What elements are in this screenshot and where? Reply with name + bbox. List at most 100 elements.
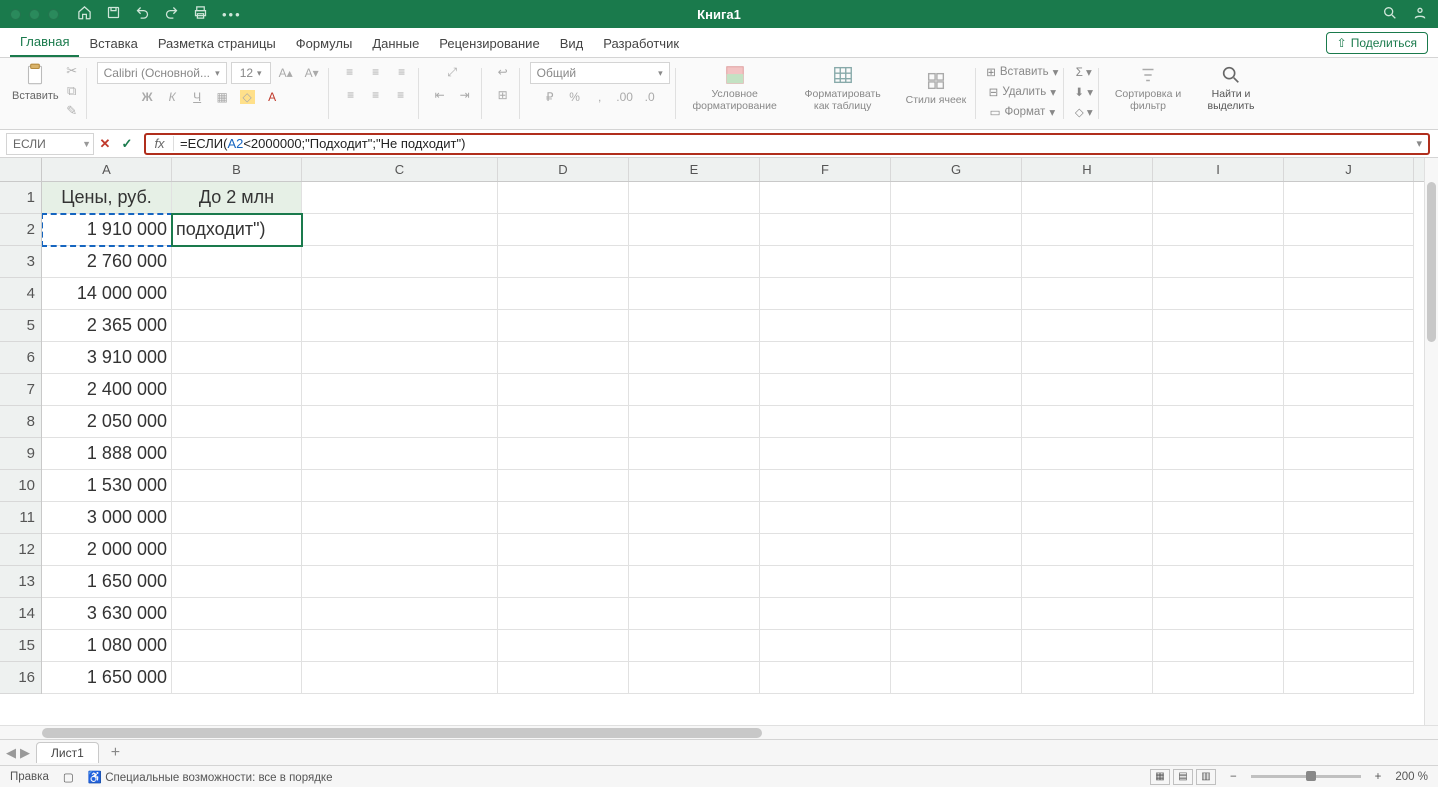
column-header[interactable]: D [498, 158, 629, 181]
fx-icon[interactable]: fx [146, 136, 174, 151]
tab-home[interactable]: Главная [10, 28, 79, 57]
cell[interactable]: Цены, руб. [42, 182, 172, 214]
cell[interactable]: 1 650 000 [42, 566, 172, 598]
cell[interactable] [172, 310, 302, 342]
tab-data[interactable]: Данные [362, 30, 429, 57]
cell[interactable] [891, 182, 1022, 214]
active-cell[interactable]: подходит") [172, 214, 302, 246]
increase-decimal-icon[interactable]: .00 [614, 87, 636, 107]
cell[interactable] [891, 342, 1022, 374]
underline-button[interactable]: Ч [186, 87, 208, 107]
align-right-icon[interactable]: ≡ [390, 85, 412, 105]
cell[interactable]: 14 000 000 [42, 278, 172, 310]
cell[interactable] [1153, 566, 1284, 598]
row-header[interactable]: 1 [0, 182, 41, 214]
cell[interactable]: 1 650 000 [42, 662, 172, 694]
cell[interactable] [760, 502, 891, 534]
cell[interactable] [172, 630, 302, 662]
cell[interactable] [1284, 182, 1414, 214]
row-header[interactable]: 2 [0, 214, 41, 246]
cell[interactable] [172, 374, 302, 406]
vscroll-thumb[interactable] [1427, 182, 1436, 342]
cell[interactable] [498, 406, 629, 438]
cell[interactable] [1284, 406, 1414, 438]
tab-formulas[interactable]: Формулы [286, 30, 363, 57]
print-icon[interactable] [193, 5, 208, 23]
cell[interactable] [891, 246, 1022, 278]
cell[interactable] [760, 630, 891, 662]
cell[interactable] [172, 470, 302, 502]
undo-icon[interactable] [135, 5, 150, 23]
cell[interactable] [629, 566, 760, 598]
cell[interactable] [1284, 470, 1414, 502]
cell[interactable] [760, 374, 891, 406]
wrap-text-icon[interactable]: ↩ [492, 62, 514, 82]
cell[interactable] [629, 438, 760, 470]
increase-indent-icon[interactable]: ⇥ [454, 85, 476, 105]
cells-format-button[interactable]: ▭Формат ▾ [990, 102, 1056, 122]
merge-cells-icon[interactable]: ⊞ [492, 85, 514, 105]
column-header[interactable]: C [302, 158, 498, 181]
cell[interactable] [498, 246, 629, 278]
font-size-select[interactable]: 12▾ [231, 62, 271, 84]
cell[interactable] [891, 214, 1022, 246]
decrease-decimal-icon[interactable]: .0 [639, 87, 661, 107]
more-icon[interactable]: ••• [222, 7, 242, 22]
row-header[interactable]: 4 [0, 278, 41, 310]
cell[interactable] [629, 662, 760, 694]
cell[interactable] [1022, 662, 1153, 694]
cell[interactable]: 2 050 000 [42, 406, 172, 438]
cell[interactable] [1153, 374, 1284, 406]
cell[interactable] [891, 598, 1022, 630]
align-top-icon[interactable]: ≡ [339, 62, 361, 82]
cell[interactable] [1022, 598, 1153, 630]
decrease-indent-icon[interactable]: ⇤ [429, 85, 451, 105]
cell[interactable] [1284, 374, 1414, 406]
cell[interactable] [302, 566, 498, 598]
currency-icon[interactable]: ₽ [539, 87, 561, 107]
number-format-select[interactable]: Общий▾ [530, 62, 670, 84]
conditional-formatting-button[interactable]: Условное форматирование [686, 62, 784, 114]
sheet-tab[interactable]: Лист1 [36, 742, 99, 763]
row-header[interactable]: 10 [0, 470, 41, 502]
cell[interactable] [1153, 214, 1284, 246]
cell[interactable] [891, 470, 1022, 502]
view-page-break-icon[interactable]: ▥ [1196, 769, 1216, 785]
cell[interactable] [1022, 278, 1153, 310]
cell[interactable] [1022, 630, 1153, 662]
align-center-icon[interactable]: ≡ [365, 85, 387, 105]
cell[interactable] [302, 310, 498, 342]
cell[interactable] [760, 534, 891, 566]
cell[interactable] [302, 470, 498, 502]
cell[interactable] [760, 566, 891, 598]
sheet-next-icon[interactable]: ▶ [20, 745, 30, 761]
minimize-window[interactable] [29, 9, 40, 20]
zoom-in-button[interactable]: + [1375, 771, 1382, 783]
orientation-icon[interactable]: ⤢ [441, 62, 463, 82]
format-painter-icon[interactable]: ✎ [63, 102, 81, 120]
cell[interactable] [891, 406, 1022, 438]
formula-input[interactable]: =ЕСЛИ(A2<2000000;"Подходит";"Не подходит… [174, 136, 471, 151]
cell[interactable] [1153, 630, 1284, 662]
cell[interactable] [172, 534, 302, 566]
align-bottom-icon[interactable]: ≡ [391, 62, 413, 82]
row-header[interactable]: 11 [0, 502, 41, 534]
column-header[interactable]: G [891, 158, 1022, 181]
increase-font-icon[interactable]: A▴ [275, 63, 297, 83]
cell[interactable] [302, 214, 498, 246]
tab-insert[interactable]: Вставка [79, 30, 147, 57]
cell[interactable]: 2 760 000 [42, 246, 172, 278]
cell[interactable] [891, 662, 1022, 694]
cell[interactable] [1153, 470, 1284, 502]
cell[interactable] [302, 630, 498, 662]
cell[interactable] [498, 502, 629, 534]
cell[interactable] [1284, 278, 1414, 310]
cell[interactable] [1153, 278, 1284, 310]
cell[interactable] [760, 662, 891, 694]
row-header[interactable]: 3 [0, 246, 41, 278]
italic-button[interactable]: К [161, 87, 183, 107]
select-all-corner[interactable] [0, 158, 42, 182]
zoom-window[interactable] [48, 9, 59, 20]
cell[interactable] [1153, 342, 1284, 374]
font-name-select[interactable]: Calibri (Основной...▾ [97, 62, 227, 84]
